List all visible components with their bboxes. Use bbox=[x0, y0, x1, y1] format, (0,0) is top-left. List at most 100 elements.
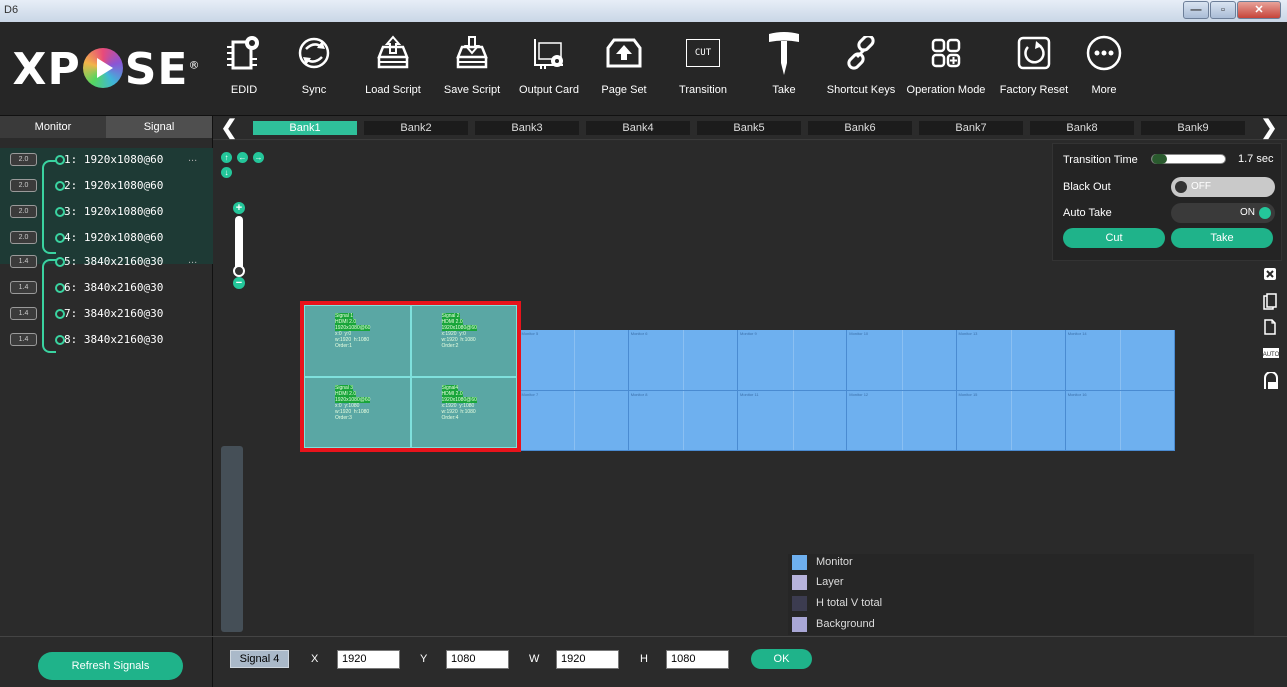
bank-prev-button[interactable]: ❮ bbox=[219, 117, 239, 139]
tab-monitor[interactable]: Monitor bbox=[0, 116, 106, 138]
signal-label: 7: 3840x2160@30 bbox=[64, 307, 164, 320]
signal-item[interactable]: 1.4 5: 3840x2160@30... bbox=[0, 252, 213, 272]
monitor-cell[interactable]: Monitor 6 bbox=[628, 330, 738, 391]
signal-item[interactable]: 2.0 1: 1920x1080@60... bbox=[0, 150, 213, 170]
bank-tab[interactable]: Bank4 bbox=[586, 121, 690, 135]
vertical-scrollbar[interactable] bbox=[221, 446, 243, 632]
edid-button[interactable]: EDID bbox=[213, 22, 275, 116]
y-label: Y bbox=[420, 653, 428, 665]
signal-select[interactable]: Signal 4 bbox=[230, 650, 289, 668]
monitor-cell[interactable]: Monitor 5 bbox=[519, 330, 629, 391]
bank-tab[interactable]: Bank3 bbox=[475, 121, 579, 135]
ok-button[interactable]: OK bbox=[751, 649, 812, 669]
bank-tab[interactable]: Bank6 bbox=[808, 121, 912, 135]
monitor-divider bbox=[574, 390, 576, 451]
signal-layer[interactable]: Signal 2 HDMI 2.0 1920x1080@60 x:1920 y:0 w:… bbox=[410, 305, 517, 377]
bank-tabs: Bank1 Bank2 Bank3 Bank4 Bank5 Bank6 Bank7 Bank8… bbox=[253, 121, 1252, 135]
transition-button[interactable]: CUT Transition bbox=[661, 22, 745, 116]
arrow-down-icon[interactable]: ↓ bbox=[221, 167, 232, 178]
layer-info: Signal4 HDMI 2.0 1920x1080@60 x:1920 y:1080… bbox=[441, 384, 477, 421]
signal-layer[interactable]: Signal 3 HDMI 2.0 1920x1080@60 x:0 y:1080 w:… bbox=[304, 376, 411, 448]
monitor-cell[interactable]: Monitor 13 bbox=[956, 330, 1066, 391]
bank-tab[interactable]: Bank9 bbox=[1141, 121, 1245, 135]
signal-more-button[interactable]: ... bbox=[188, 152, 197, 164]
on-icon[interactable] bbox=[1263, 371, 1278, 389]
signal-item[interactable]: 2.0 4: 1920x1080@60 bbox=[0, 228, 213, 248]
bank-tab[interactable]: Bank5 bbox=[697, 121, 801, 135]
monitor-divider bbox=[1120, 390, 1122, 451]
monitor-divider bbox=[1011, 390, 1013, 451]
monitor-cell[interactable]: Monitor 8 bbox=[628, 390, 738, 451]
zoom-in-icon[interactable]: + bbox=[233, 202, 245, 214]
arrow-up-icon[interactable]: ↑ bbox=[221, 152, 232, 163]
blackout-label: Black Out bbox=[1063, 181, 1111, 193]
signal-layer[interactable]: Signal4 HDMI 2.0 1920x1080@60 x:1920 y:1080… bbox=[410, 376, 517, 448]
zoom-slider-knob[interactable] bbox=[233, 265, 245, 277]
take-button[interactable]: Take bbox=[745, 22, 823, 116]
copy-icon[interactable] bbox=[1263, 293, 1277, 310]
monitor-cell[interactable]: Monitor 15 bbox=[956, 390, 1066, 451]
signal-label: 2: 1920x1080@60 bbox=[64, 179, 164, 192]
signal-item[interactable]: 2.0 3: 1920x1080@60 bbox=[0, 202, 213, 222]
monitor-cell[interactable]: Monitor 16 bbox=[1065, 390, 1175, 451]
load-script-button[interactable]: Load Script bbox=[353, 22, 433, 116]
zoom-out-icon[interactable]: − bbox=[233, 277, 245, 289]
minimize-button[interactable]: — bbox=[1183, 1, 1209, 19]
arrow-right-icon[interactable]: → bbox=[253, 152, 264, 163]
close-button[interactable]: ✕ bbox=[1237, 1, 1281, 19]
bank-tab[interactable]: Bank2 bbox=[364, 121, 468, 135]
monitor-divider bbox=[683, 390, 685, 451]
monitor-cell[interactable]: Monitor 11 bbox=[738, 390, 848, 451]
w-input[interactable]: 1920 bbox=[556, 650, 619, 669]
signal-item[interactable]: 2.0 2: 1920x1080@60 bbox=[0, 176, 213, 196]
bank-tab[interactable]: Bank8 bbox=[1030, 121, 1134, 135]
transition-time-knob[interactable] bbox=[1152, 154, 1167, 164]
output-card-button[interactable]: Output Card bbox=[511, 22, 587, 116]
monitor-cell[interactable]: Monitor 12 bbox=[847, 390, 957, 451]
blackout-toggle[interactable]: OFF bbox=[1171, 177, 1275, 197]
operation-mode-button[interactable]: Operation Mode bbox=[899, 22, 993, 116]
tab-signal[interactable]: Signal bbox=[106, 116, 212, 138]
monitor-cell[interactable]: Monitor 14 bbox=[1065, 330, 1175, 391]
bank-next-button[interactable]: ❯ bbox=[1259, 117, 1279, 139]
page-set-button[interactable]: Page Set bbox=[587, 22, 661, 116]
y-input[interactable]: 1080 bbox=[446, 650, 509, 669]
signal-item[interactable]: 1.4 8: 3840x2160@30 bbox=[0, 330, 213, 350]
sync-button[interactable]: Sync bbox=[275, 22, 353, 116]
monitor-cell[interactable]: Monitor 10 bbox=[847, 330, 957, 391]
h-label: H bbox=[640, 653, 648, 665]
output-card-icon bbox=[527, 30, 571, 76]
paste-icon[interactable] bbox=[1263, 319, 1277, 335]
monitor-divider bbox=[1011, 330, 1013, 390]
bank-tab[interactable]: Bank1 bbox=[253, 121, 357, 135]
factory-reset-button[interactable]: Factory Reset bbox=[993, 22, 1075, 116]
save-script-button[interactable]: Save Script bbox=[433, 22, 511, 116]
auto-icon[interactable]: AUTO bbox=[1263, 346, 1280, 362]
svg-text:AUTO: AUTO bbox=[1263, 352, 1279, 358]
signal-item[interactable]: 1.4 7: 3840x2160@30 bbox=[0, 304, 213, 324]
maximize-button[interactable]: ▫ bbox=[1210, 1, 1236, 19]
signal-label: 6: 3840x2160@30 bbox=[64, 281, 164, 294]
take-panel-button[interactable]: Take bbox=[1171, 228, 1273, 248]
shortcut-keys-button[interactable]: Shortcut Keys bbox=[823, 22, 899, 116]
x-input[interactable]: 1920 bbox=[337, 650, 400, 669]
cut-button[interactable]: Cut bbox=[1063, 228, 1165, 248]
monitor-cell[interactable]: Monitor 7 bbox=[519, 390, 629, 451]
signal-more-button[interactable]: ... bbox=[188, 254, 197, 266]
auto-take-toggle[interactable]: ON bbox=[1171, 203, 1275, 223]
title-bar: D6 — ▫ ✕ bbox=[0, 0, 1287, 22]
page-set-icon bbox=[602, 30, 646, 76]
signal-layer[interactable]: Signal 1 HDMI 2.0 1920x1080@60 x:0 y:0 w:192… bbox=[304, 305, 411, 377]
monitor-cell[interactable]: Monitor 9 bbox=[738, 330, 848, 391]
signal-item[interactable]: 1.4 6: 3840x2160@30 bbox=[0, 278, 213, 298]
transition-time-slider[interactable] bbox=[1151, 154, 1226, 164]
monitor-divider bbox=[792, 330, 794, 390]
selected-output[interactable]: Signal 1 HDMI 2.0 1920x1080@60 x:0 y:0 w:192… bbox=[300, 301, 521, 452]
arrow-left-icon[interactable]: ← bbox=[237, 152, 248, 163]
refresh-signals-button[interactable]: Refresh Signals bbox=[38, 652, 183, 680]
bank-tab[interactable]: Bank7 bbox=[919, 121, 1023, 135]
more-button[interactable]: More bbox=[1075, 22, 1133, 116]
h-input[interactable]: 1080 bbox=[666, 650, 729, 669]
hdmi-version-badge: 1.4 bbox=[10, 333, 37, 346]
close-box-icon[interactable] bbox=[1263, 267, 1277, 283]
